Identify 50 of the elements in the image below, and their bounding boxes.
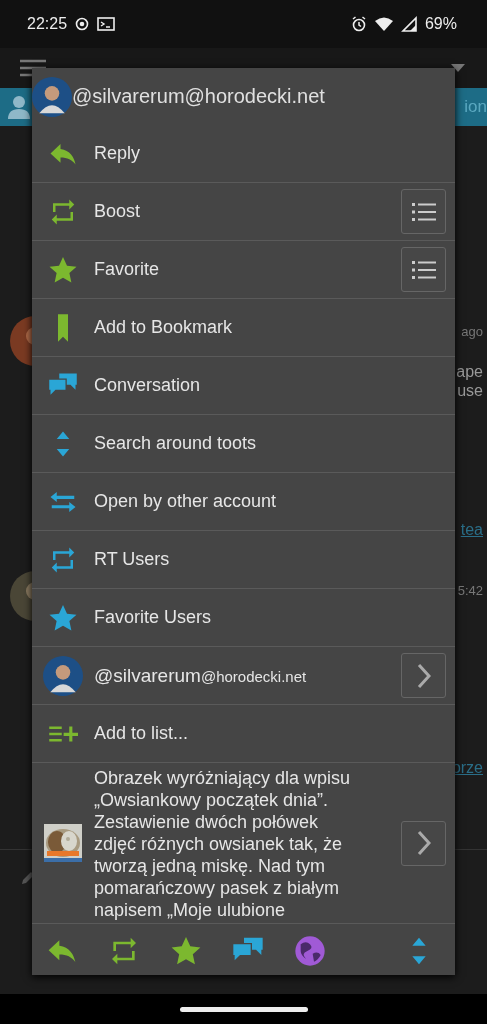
timestamp: ago xyxy=(461,323,483,341)
menu-item[interactable]: @silvarerum@horodecki.net xyxy=(32,647,455,705)
home-indicator[interactable] xyxy=(179,1006,308,1012)
image-description: Obrazek wyróżniający dla wpisu „Owsiankowy początek dnia”. Zestawienie dwóch połówek zdjęć różnych owsianek tak, że tworzą jedną miskę. Nad tym pomarańczowy pasek z białym napisem „Moje ulubione xyxy=(94,767,352,921)
open-button[interactable] xyxy=(401,653,446,698)
chevron-right-icon xyxy=(416,830,431,856)
menu-label: Favorite Users xyxy=(94,607,212,628)
menu-label: Boost xyxy=(94,201,141,222)
clock: 22:25 xyxy=(27,15,68,33)
timestamp: 5:42 xyxy=(457,582,483,600)
account-handle: @silvarerum@horodecki.net xyxy=(94,664,307,687)
menu-label: Open by other account xyxy=(94,491,277,512)
battery-percent: 69% xyxy=(424,15,457,33)
person-icon[interactable] xyxy=(8,95,30,119)
list-icon xyxy=(411,201,436,222)
menu-item[interactable]: Conversation xyxy=(32,357,455,415)
globe-icon[interactable] xyxy=(294,934,326,967)
signal-icon xyxy=(400,16,417,32)
menu-label: RT Users xyxy=(94,549,170,570)
menu-item[interactable]: RT Users xyxy=(32,531,455,589)
menu-item[interactable]: Boost xyxy=(32,183,455,241)
menu-label: Add to list... xyxy=(94,723,189,744)
post-text: ape xyxy=(456,362,483,381)
menu-item[interactable]: Reply xyxy=(32,125,455,183)
options-button[interactable] xyxy=(401,247,446,292)
list-icon xyxy=(411,259,436,280)
avatar xyxy=(43,655,83,696)
menu-item[interactable]: Search around toots xyxy=(32,415,455,473)
dropdown-arrow-icon[interactable] xyxy=(451,64,465,72)
menu-title: @silvarerum@horodecki.net xyxy=(72,85,325,108)
screen-icon xyxy=(97,16,116,32)
avatar xyxy=(32,76,72,117)
menu-item[interactable]: Add to list... xyxy=(32,705,455,763)
chevron-right-icon xyxy=(416,662,431,689)
menu-item[interactable]: Favorite xyxy=(32,241,455,299)
menu-label: Add to Bookmark xyxy=(94,317,233,338)
menu-item[interactable]: Favorite Users xyxy=(32,589,455,647)
menu-item[interactable]: Open by other account xyxy=(32,473,455,531)
wifi-icon xyxy=(374,17,393,31)
open-button[interactable] xyxy=(401,820,446,866)
menu-label: Reply xyxy=(94,143,141,164)
menu-label: Search around toots xyxy=(94,433,257,454)
menu-item[interactable]: Add to Bookmark xyxy=(32,299,455,357)
menu-label: Conversation xyxy=(94,375,201,396)
options-button[interactable] xyxy=(401,189,446,234)
alarm-icon xyxy=(350,16,367,32)
record-icon xyxy=(75,17,90,31)
menu-label: Favorite xyxy=(94,259,160,280)
menu-item[interactable]: Obrazek wyróżniający dla wpisu „Owsiankowy początek dnia”. Zestawienie dwóch połówek zdjęć różnych owsianek tak, że tworzą jedną miskę. Nad tym pomarańczowy pasek z białym napisem „Moje ulubione xyxy=(32,763,455,924)
post-text: use xyxy=(457,381,483,400)
